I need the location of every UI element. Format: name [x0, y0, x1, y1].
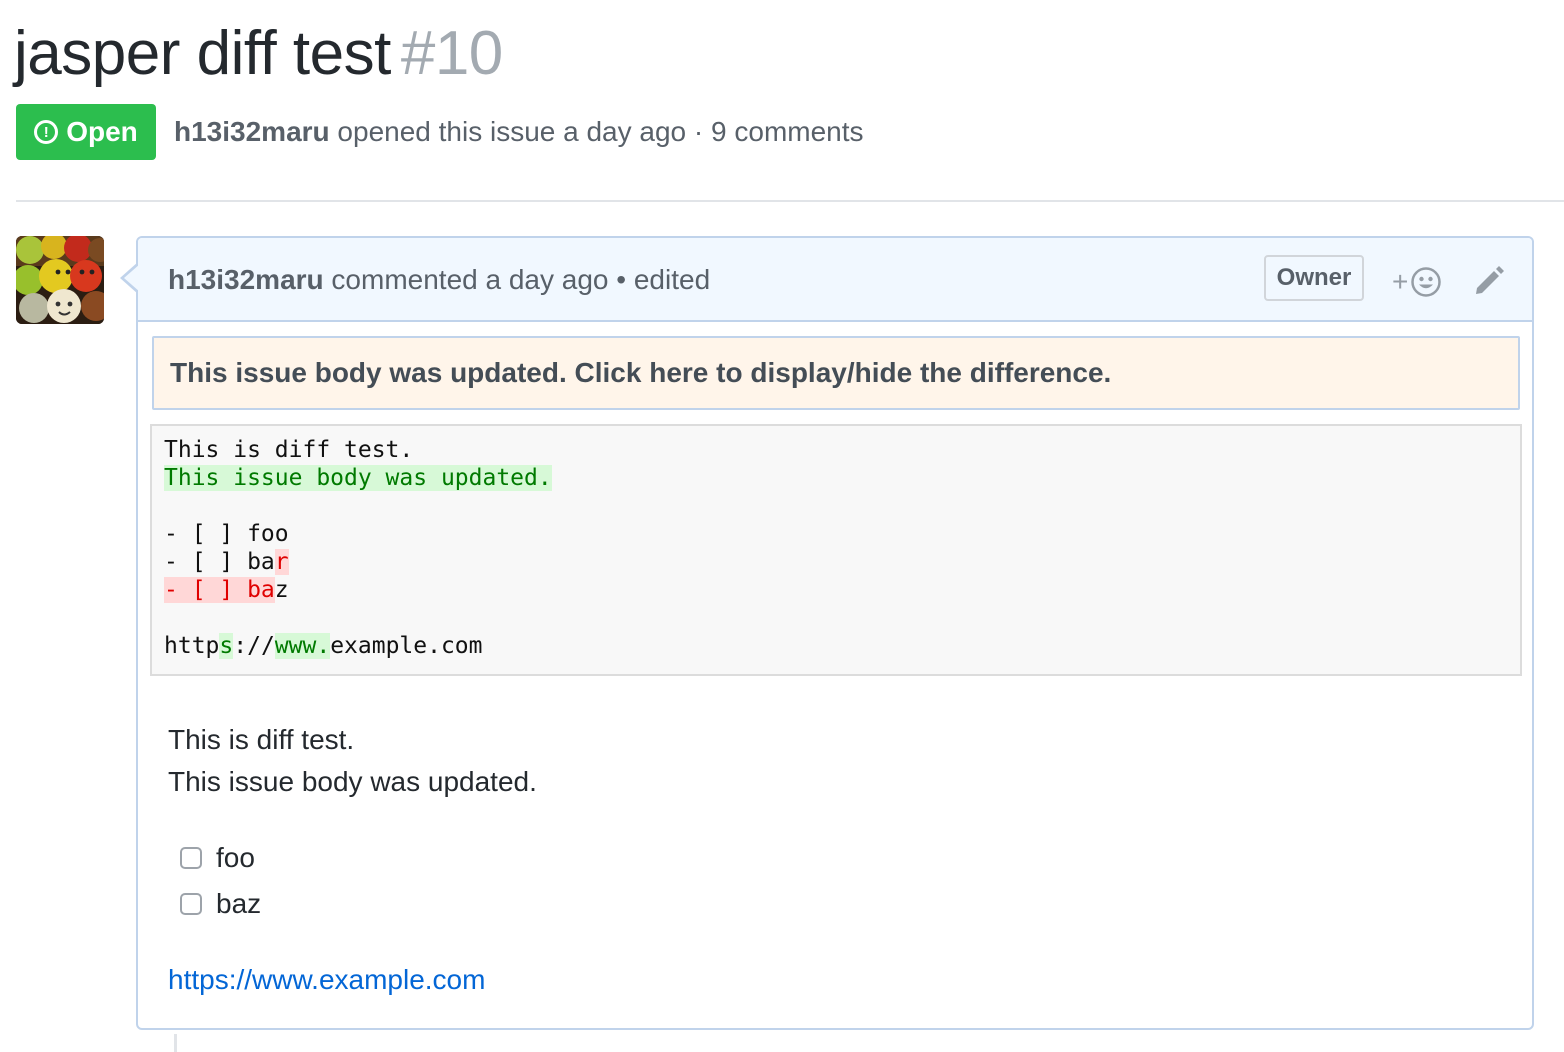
task-checkbox-baz[interactable]	[180, 893, 202, 915]
issue-state-badge: ! Open	[16, 104, 156, 160]
diff-line-url: https://www.example.com	[164, 632, 483, 660]
issue-number: #10	[400, 19, 503, 88]
issue-comment-count[interactable]: 9 comments	[711, 116, 864, 147]
diff-baz-deleted: - [ ] ba	[164, 577, 275, 603]
reaction-plus: +	[1392, 266, 1409, 297]
task-label-foo: foo	[216, 842, 255, 873]
avatar[interactable]	[16, 236, 104, 324]
diff-line-baz: - [ ] baz	[164, 576, 289, 604]
issue-opened-text: opened this issue a day ago	[337, 116, 687, 147]
avatar-image	[16, 236, 104, 324]
issue-title-text: jasper diff test	[14, 19, 391, 88]
body-line-1: This is diff test.	[168, 724, 355, 755]
task-item-foo: foo	[180, 838, 255, 878]
edit-comment-button[interactable]	[1472, 262, 1508, 302]
diff-toggle-notice[interactable]: This issue body was updated. Click here …	[152, 336, 1520, 410]
issue-meta: h13i32maru opened this issue a day ago ·…	[174, 110, 864, 154]
issue-page: jasper diff test #10 ! Open h13i32maru op…	[0, 0, 1564, 1052]
diff-added-text: This issue body was updated.	[164, 465, 552, 491]
body-link[interactable]: https://www.example.com	[168, 960, 485, 1000]
issue-author-link[interactable]: h13i32maru	[174, 116, 330, 147]
diff-url-part-4: www.	[274, 633, 331, 659]
diff-url-part-3: ://	[233, 633, 275, 659]
diff-line-foo: - [ ] foo	[164, 521, 289, 547]
issue-comment: h13i32maru commented a day ago • edited …	[120, 236, 1534, 1030]
comment-edited-link[interactable]: edited	[634, 264, 710, 295]
issue-opened-icon: !	[34, 120, 59, 144]
diff-line-1: This is diff test.	[164, 437, 414, 463]
diff-url-part-5: example.com	[330, 633, 483, 659]
diff-bar-prefix: - [ ] ba	[164, 549, 275, 575]
diff-view: This is diff test. This issue body was u…	[150, 424, 1522, 676]
pencil-icon	[1476, 266, 1504, 294]
task-label-baz: baz	[216, 888, 262, 919]
diff-baz-suffix: z	[274, 577, 289, 603]
header-divider	[16, 200, 1564, 202]
task-checkbox-foo[interactable]	[180, 847, 202, 869]
diff-url-part-1: http	[164, 633, 220, 659]
issue-title: jasper diff test #10	[14, 12, 503, 96]
diff-notice-text: This issue body was updated. Click here …	[170, 357, 1112, 388]
diff-line-bar: - [ ] bar	[164, 548, 289, 576]
diff-line-2: This issue body was updated.	[164, 464, 552, 492]
comment-header-text: h13i32maru commented a day ago • edited	[168, 258, 710, 302]
comment-author-link[interactable]: h13i32maru	[168, 264, 324, 295]
comment-timestamp: commented a day ago	[331, 264, 609, 295]
task-item-baz: baz	[180, 884, 261, 924]
body-line-2: This issue body was updated.	[168, 766, 537, 797]
diff-url-part-2: s	[219, 633, 234, 659]
comment-header: h13i32maru commented a day ago • edited …	[138, 238, 1532, 322]
issue-state-label: Open	[66, 116, 138, 147]
add-reaction-button[interactable]: +	[1392, 262, 1452, 302]
diff-bar-added: r	[274, 549, 289, 575]
smiley-icon	[1411, 267, 1442, 297]
meta-separator: ·	[693, 116, 704, 147]
comment-bullet: •	[616, 264, 627, 295]
owner-label: Owner	[1264, 255, 1364, 301]
timeline-line	[174, 1034, 177, 1052]
